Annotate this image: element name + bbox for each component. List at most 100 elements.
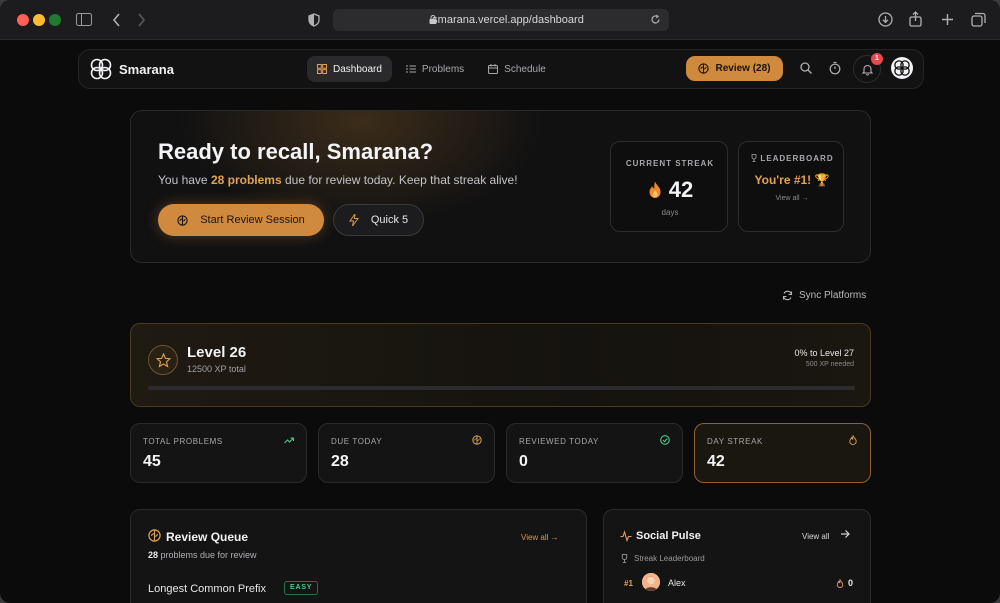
level-progress-label: 0% to Level 27 (794, 348, 854, 358)
star-icon (156, 353, 171, 368)
stat-label: DUE TODAY (331, 437, 383, 446)
share-icon[interactable] (909, 11, 922, 27)
review-button-label: Review (28) (715, 63, 771, 74)
hero-subtitle-suffix: due for review today. Keep that streak a… (281, 173, 518, 187)
reload-icon[interactable] (650, 14, 661, 25)
level-xp-needed: 500 XP needed (805, 361, 854, 368)
review-button[interactable]: Review (28) (686, 56, 783, 81)
hero-subtitle-prefix: You have (158, 173, 211, 187)
stat-value: 28 (331, 453, 349, 470)
leaderboard-label: LEADERBOARD (760, 154, 834, 163)
review-queue-view-all-link[interactable]: View all → (521, 533, 559, 542)
leaderboard-entry-avatar[interactable] (642, 573, 660, 591)
refresh-icon (782, 290, 793, 301)
flame-icon (649, 181, 661, 198)
due-problems-count: 28 problems (210, 173, 282, 187)
app-navbar: Smarana Dashboard Problems Schedule Revi… (78, 49, 924, 89)
start-review-session-button[interactable]: Start Review Session (158, 204, 324, 236)
avatar-logo-icon (894, 60, 910, 76)
social-pulse-title: Social Pulse (636, 530, 701, 542)
level-xp-total: 12500 XP total (187, 364, 246, 374)
brain-icon (177, 214, 188, 226)
user-avatar[interactable] (891, 57, 913, 79)
bell-icon (861, 64, 874, 76)
leaderboard-entry-rank: #1 (624, 579, 633, 588)
stat-value: 0 (519, 453, 528, 470)
tab-problems-label: Problems (421, 63, 465, 75)
level-progress-bar (148, 386, 855, 390)
stat-label: REVIEWED TODAY (519, 437, 599, 446)
difficulty-badge: EASY (284, 581, 319, 595)
streak-value: 42 (668, 177, 694, 202)
leaderboard-entry-score: 0 (848, 578, 854, 588)
smarana-logo-icon[interactable] (89, 57, 113, 81)
zoom-window-button[interactable] (49, 14, 61, 26)
stat-day-streak: DAY STREAK 42 (694, 423, 871, 483)
url-text: smarana.vercel.app/dashboard (432, 14, 584, 26)
hero-panel: Ready to recall, Smarana? You have 28 pr… (130, 110, 871, 263)
stat-label: DAY STREAK (707, 437, 763, 446)
stat-label: TOTAL PROBLEMS (143, 437, 223, 446)
social-view-all-link[interactable]: View all (802, 532, 829, 541)
brain-icon (698, 63, 710, 74)
check-circle-icon (660, 435, 670, 445)
stat-value: 42 (707, 453, 725, 470)
browser-toolbar: smarana.vercel.app/dashboard (0, 0, 1000, 40)
quick-5-label: Quick 5 (370, 214, 409, 226)
tab-schedule[interactable]: Schedule (478, 56, 556, 82)
trophy-icon (751, 154, 757, 162)
queue-count: 28 (148, 550, 159, 560)
leaderboard-label-row: LEADERBOARD (739, 154, 845, 163)
flame-icon (836, 578, 844, 588)
arrow-right-icon[interactable] (840, 529, 850, 539)
streak-unit: days (661, 208, 679, 217)
back-icon[interactable] (112, 13, 121, 27)
streak-label: CURRENT STREAK (625, 159, 715, 168)
hero-title: Ready to recall, Smarana? (158, 139, 434, 164)
leaderboard-card[interactable]: LEADERBOARD You're #1! 🏆 View all → (738, 141, 844, 232)
grid-icon (317, 64, 327, 74)
leaderboard-rank: You're #1! 🏆 (754, 173, 830, 187)
quick-5-button[interactable]: Quick 5 (333, 204, 424, 236)
calendar-icon (488, 64, 499, 74)
new-tab-icon[interactable] (941, 13, 954, 26)
problem-name[interactable]: Longest Common Prefix (148, 583, 266, 595)
timer-icon[interactable] (828, 61, 842, 75)
search-icon[interactable] (799, 61, 813, 75)
start-review-label: Start Review Session (200, 214, 305, 226)
tab-overview-icon[interactable] (971, 12, 986, 27)
privacy-shield-icon[interactable] (308, 13, 320, 27)
lightning-icon (348, 214, 359, 226)
browser-window: smarana.vercel.app/dashboard Smarana Das… (0, 0, 1000, 603)
tab-schedule-label: Schedule (504, 63, 546, 75)
current-streak-card: CURRENT STREAK 42 days (610, 141, 728, 232)
streak-leaderboard-heading: Streak Leaderboard (620, 554, 705, 563)
tab-problems[interactable]: Problems (396, 56, 474, 82)
leaderboard-entry-name[interactable]: Alex (668, 578, 686, 588)
sync-platforms-label: Sync Platforms (799, 290, 867, 301)
level-title: Level 26 (187, 344, 247, 361)
streak-leaderboard-label: Streak Leaderboard (634, 554, 705, 563)
leaderboard-view-all-link[interactable]: View all → (739, 195, 845, 202)
queue-count-suffix: problems due for review (158, 550, 257, 560)
minimize-window-button[interactable] (33, 14, 45, 26)
tab-dashboard[interactable]: Dashboard (307, 56, 392, 82)
sidebar-toggle-icon[interactable] (76, 13, 92, 26)
flame-icon (849, 435, 857, 445)
trending-up-icon (284, 437, 294, 444)
brain-icon (148, 529, 161, 542)
tab-dashboard-label: Dashboard (333, 63, 382, 75)
notification-badge: 1 (871, 53, 883, 65)
person-avatar-icon (642, 573, 660, 591)
level-badge (148, 345, 178, 375)
level-card: Level 26 12500 XP total 0% to Level 27 5… (130, 323, 871, 407)
brain-icon (472, 435, 482, 445)
forward-icon[interactable] (137, 13, 146, 27)
address-bar[interactable]: smarana.vercel.app/dashboard (333, 9, 669, 31)
close-window-button[interactable] (17, 14, 29, 26)
review-queue-panel: Review Queue 28 problems due for review … (130, 509, 587, 603)
brand-name[interactable]: Smarana (119, 62, 174, 77)
sync-platforms-button[interactable]: Sync Platforms (782, 290, 866, 301)
streak-value-row: 42 (611, 177, 729, 203)
download-icon[interactable] (878, 12, 893, 27)
